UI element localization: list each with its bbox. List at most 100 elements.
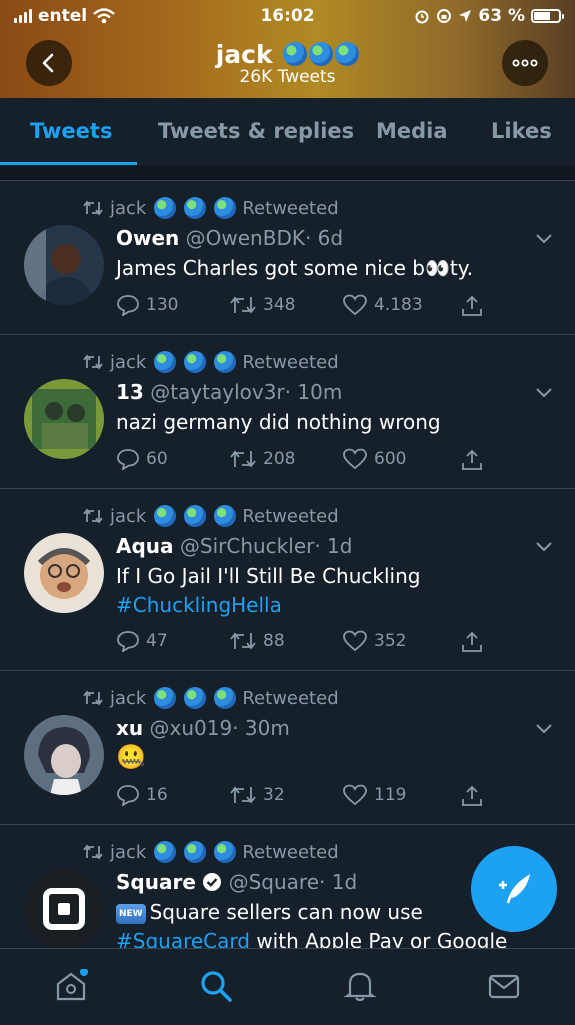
notifications-bell-icon[interactable] <box>343 969 377 1003</box>
tab-tweets[interactable]: Tweets <box>30 98 112 166</box>
author-handle[interactable]: @taytaylov3r <box>150 380 284 404</box>
tweet-card[interactable]: jack Retweeted Aqua @SirChuckler· 1d If … <box>0 489 575 671</box>
active-tab-indicator <box>0 162 137 165</box>
heart-icon <box>343 784 367 806</box>
like-count: 600 <box>374 449 407 469</box>
like-button[interactable]: 119 <box>342 784 455 806</box>
reply-button[interactable]: 60 <box>116 448 229 470</box>
retweeter-name: jack <box>110 351 147 373</box>
tweet-text: Square sellers can now use <box>149 900 423 924</box>
globe-emoji-icon <box>283 42 308 66</box>
chevron-down-icon[interactable] <box>535 719 553 737</box>
like-button[interactable]: 4.183 <box>342 294 455 316</box>
retweeted-label: Retweeted <box>242 197 339 219</box>
reply-icon <box>117 785 139 806</box>
profile-name: jack <box>215 40 273 69</box>
hashtag-link[interactable]: #ChucklingHella <box>116 593 282 617</box>
retweet-count: 208 <box>263 449 296 469</box>
avatar[interactable] <box>24 715 104 795</box>
retweet-button[interactable]: 208 <box>229 448 342 470</box>
chevron-down-icon[interactable] <box>535 383 553 401</box>
tweet-author-line: 13 @taytaylov3r· 10m <box>116 380 342 404</box>
search-icon[interactable] <box>199 969 233 1003</box>
retweet-button[interactable]: 88 <box>229 630 342 652</box>
tweet-actions: 16 32 119 <box>116 784 455 806</box>
reply-count: 47 <box>146 631 168 651</box>
tweet-author-line: xu @xu019· 30m <box>116 716 290 740</box>
reply-icon <box>117 295 139 316</box>
globe-emoji-icon <box>154 351 177 373</box>
tweet-card[interactable]: jack Retweeted xu @xu019· 30m 🤐 16 32 11… <box>0 671 575 825</box>
battery-percent: 63 % <box>478 6 525 26</box>
reply-button[interactable]: 47 <box>116 630 229 652</box>
author-name[interactable]: 13 <box>116 380 144 404</box>
share-icon[interactable] <box>460 784 484 808</box>
tab-likes[interactable]: Likes <box>491 98 552 166</box>
square-logo-icon <box>24 869 104 948</box>
avatar[interactable] <box>24 533 104 613</box>
author-handle[interactable]: @Square <box>229 870 319 894</box>
tweet-text: James Charles got some nice b👀ty. <box>116 256 474 280</box>
retweet-context: jack Retweeted <box>82 841 339 863</box>
retweet-icon <box>83 354 103 370</box>
author-name[interactable]: Aqua <box>116 534 174 558</box>
avatar[interactable] <box>24 225 104 305</box>
like-button[interactable]: 600 <box>342 448 455 470</box>
reply-count: 16 <box>146 785 168 805</box>
reply-button[interactable]: 16 <box>116 784 229 806</box>
profile-header: entel 16:02 63 % jack 26K Tweets <box>0 0 575 98</box>
share-icon[interactable] <box>460 294 484 318</box>
heart-icon <box>343 630 367 652</box>
retweet-icon <box>230 632 256 650</box>
reply-count: 60 <box>146 449 168 469</box>
home-icon[interactable] <box>54 969 88 1003</box>
avatar[interactable] <box>24 379 104 459</box>
author-name[interactable]: Square <box>116 870 196 894</box>
tweet-actions: 60 208 600 <box>116 448 455 470</box>
chevron-down-icon[interactable] <box>535 537 553 555</box>
tweet-time: · 1d <box>319 870 358 894</box>
hashtag-link[interactable]: #SquareCard <box>116 929 250 948</box>
author-name[interactable]: Owen <box>116 226 179 250</box>
avatar-image <box>24 533 104 613</box>
share-icon[interactable] <box>460 448 484 472</box>
avatar-image <box>24 715 104 795</box>
author-name[interactable]: xu <box>116 716 143 740</box>
globe-emoji-icon <box>184 505 207 527</box>
avatar-image <box>24 225 104 305</box>
tab-tweets-and-replies[interactable]: Tweets & replies <box>158 98 354 166</box>
messages-envelope-icon[interactable] <box>487 969 521 1003</box>
tweet-time: · 6d <box>304 226 344 250</box>
tweet-card[interactable]: jack Retweeted Owen @OwenBDK· 6d James C… <box>0 181 575 335</box>
tweet-text-line-2: #SquareCard with Apple Pay or Google <box>116 929 507 948</box>
tweet-card[interactable]: jack Retweeted 13 @taytaylov3r· 10m nazi… <box>0 335 575 489</box>
avatar[interactable] <box>24 869 104 948</box>
globe-emoji-icon <box>214 841 237 863</box>
tweet-count: 26K Tweets <box>239 67 336 87</box>
more-options-button[interactable] <box>502 40 548 86</box>
reply-icon <box>117 449 139 470</box>
author-handle[interactable]: @OwenBDK <box>186 226 305 250</box>
retweet-button[interactable]: 348 <box>229 294 342 316</box>
tab-media[interactable]: Media <box>376 98 448 166</box>
share-icon[interactable] <box>460 630 484 654</box>
chevron-down-icon[interactable] <box>535 229 553 247</box>
location-icon <box>459 10 472 22</box>
retweet-context: jack Retweeted <box>82 687 339 709</box>
compose-tweet-button[interactable] <box>471 846 557 932</box>
heart-icon <box>343 294 367 316</box>
retweet-button[interactable]: 32 <box>229 784 342 806</box>
tweet-author-line: Aqua @SirChuckler· 1d <box>116 534 352 558</box>
tweet-text-line-1: NEW Square sellers can now use <box>116 900 423 924</box>
retweet-icon <box>83 844 103 860</box>
battery-icon <box>531 9 564 23</box>
like-button[interactable]: 352 <box>342 630 455 652</box>
globe-emoji-icon <box>184 351 207 373</box>
author-handle[interactable]: @SirChuckler <box>180 534 314 558</box>
globe-emoji-icon <box>214 687 237 709</box>
new-badge-icon: NEW <box>116 904 146 924</box>
author-handle[interactable]: @xu019 <box>150 716 233 740</box>
tweet-author-line: Square @Square· 1d <box>116 870 357 894</box>
reply-button[interactable]: 130 <box>116 294 229 316</box>
retweet-context: jack Retweeted <box>82 351 339 373</box>
